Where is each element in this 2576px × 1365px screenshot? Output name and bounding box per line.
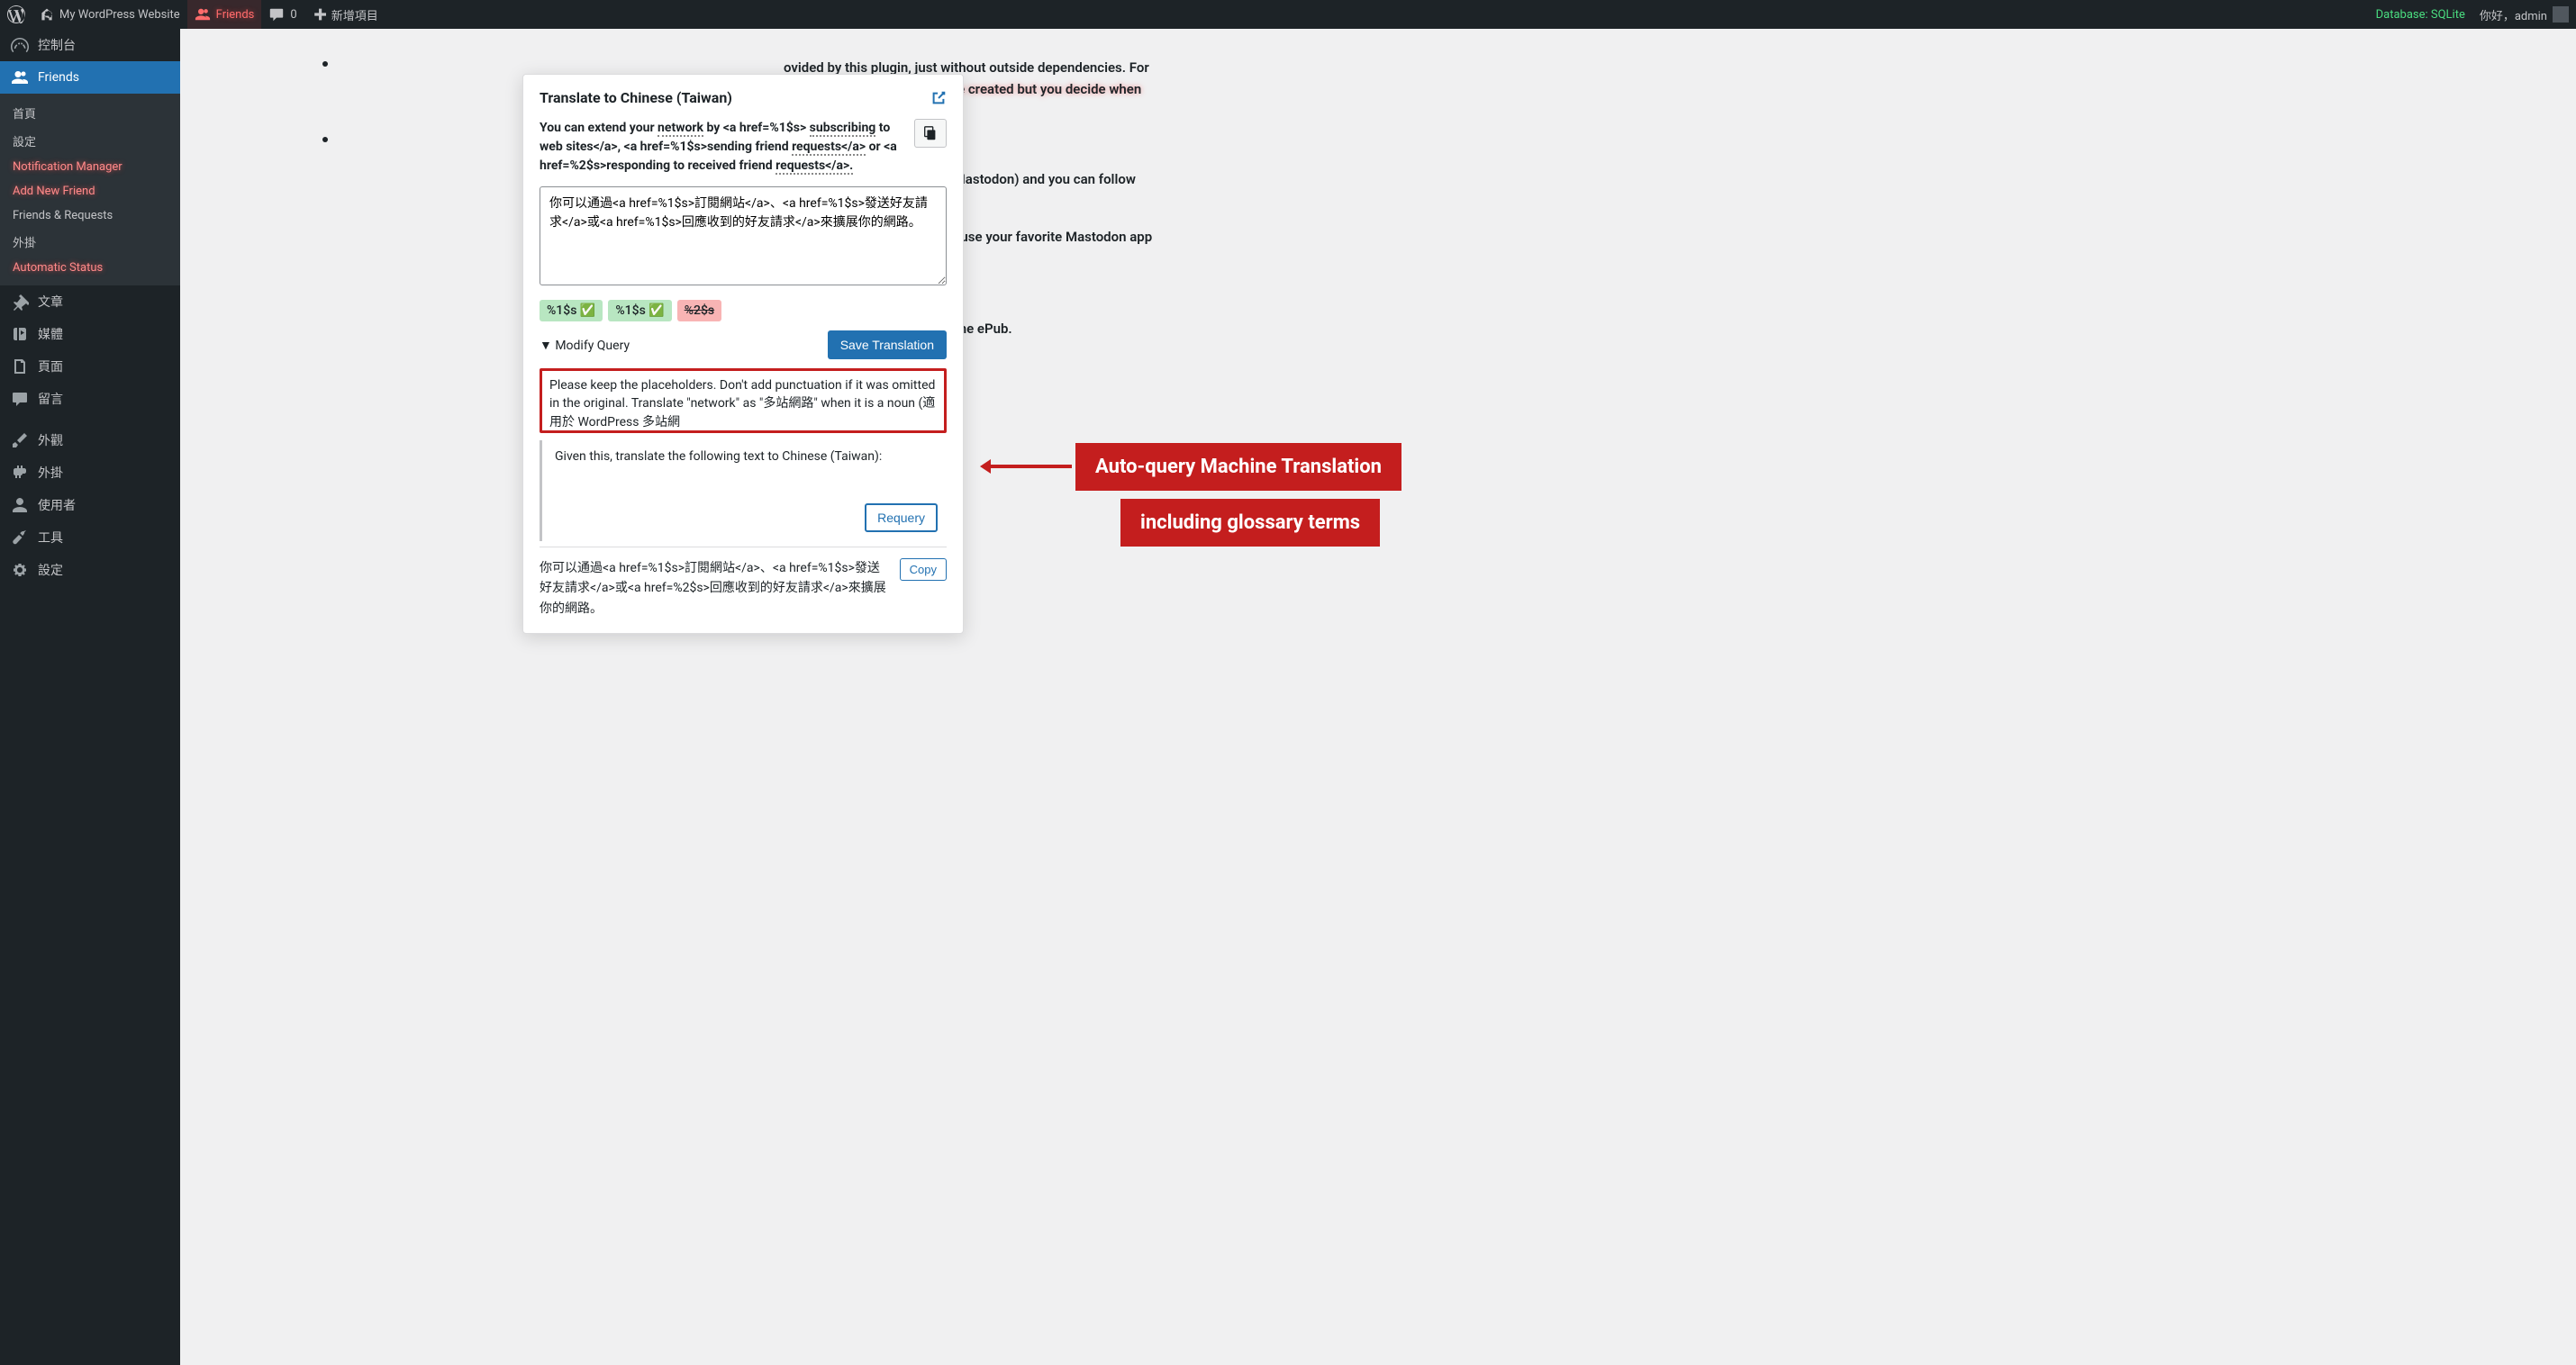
menu-plugins[interactable]: 外掛 (0, 457, 180, 489)
menu-appearance[interactable]: 外觀 (0, 424, 180, 457)
placeholder-pill-missing: %2$s (677, 300, 721, 321)
bullet-icon (322, 137, 328, 142)
query-sub-block: Given this, translate the following text… (540, 440, 947, 541)
bullet-icon (322, 61, 328, 67)
placeholder-pill-ok: %1$s ✅ (608, 300, 671, 321)
media-icon (11, 325, 29, 343)
modify-query-toggle[interactable]: ▼ Modify Query (540, 338, 630, 353)
translation-result-row: 你可以通過<a href=%1$s>訂閱網站</a>、<a href=%1$s>… (540, 547, 947, 619)
result-text: 你可以通過<a href=%1$s>訂閱網站</a>、<a href=%1$s>… (540, 558, 891, 619)
brush-icon (11, 431, 29, 449)
site-name-link[interactable]: My WordPress Website (32, 0, 187, 29)
submenu-friends-requests[interactable]: Friends & Requests (0, 203, 180, 228)
copy-result-button[interactable]: Copy (900, 558, 947, 581)
admin-bar: My WordPress Website Friends 0 新增項目 Data… (0, 0, 2576, 29)
submenu-settings[interactable]: 設定 (0, 127, 180, 155)
placeholder-pill-ok: %1$s ✅ (540, 300, 603, 321)
query-textarea[interactable]: Please keep the placeholders. Don't add … (540, 368, 947, 433)
menu-users[interactable]: 使用者 (0, 489, 180, 521)
page-icon (11, 357, 29, 375)
menu-friends[interactable]: Friends (0, 61, 180, 94)
menu-settings[interactable]: 設定 (0, 554, 180, 586)
submenu-home[interactable]: 首頁 (0, 99, 180, 127)
wrench-icon (11, 529, 29, 547)
menu-pages[interactable]: 頁面 (0, 350, 180, 383)
wp-logo[interactable] (0, 0, 32, 29)
database-indicator[interactable]: Database: SQLite (2369, 0, 2472, 29)
panel-title: Translate to Chinese (Taiwan) (540, 89, 732, 106)
submenu-plugins[interactable]: 外掛 (0, 228, 180, 256)
dashboard-icon (11, 36, 29, 54)
avatar (2553, 6, 2569, 23)
account-link[interactable]: 你好，admin (2472, 0, 2576, 29)
new-content-link[interactable]: 新增項目 (304, 0, 385, 29)
menu-tools[interactable]: 工具 (0, 521, 180, 554)
content-body: ovided by this plugin, just without outs… (180, 29, 2576, 65)
user-icon (11, 496, 29, 514)
translation-textarea[interactable] (540, 186, 947, 285)
comment-icon (11, 390, 29, 408)
plugin-icon (11, 464, 29, 482)
source-text: You can extend your network by <a href=%… (540, 119, 947, 176)
submenu-notification-manager[interactable]: Notification Manager (0, 155, 180, 179)
site-title: My WordPress Website (59, 8, 180, 22)
menu-media[interactable]: 媒體 (0, 318, 180, 350)
friends-adminbar-link[interactable]: Friends (187, 0, 262, 29)
admin-menu: 控制台 Friends 首頁 設定 Notification Manager A… (0, 29, 180, 1365)
translate-panel: Translate to Chinese (Taiwan) You can ex… (522, 74, 964, 634)
save-translation-button[interactable]: Save Translation (828, 330, 947, 359)
pin-icon (11, 293, 29, 311)
annotation-label: Auto-query Machine Translation (1075, 443, 1401, 491)
menu-comments[interactable]: 留言 (0, 383, 180, 415)
placeholder-pills: %1$s ✅ %1$s ✅ %2$s (540, 300, 947, 321)
external-link-icon[interactable] (930, 90, 947, 106)
annotation-arrow-icon (989, 465, 1072, 468)
comments-link[interactable]: 0 (261, 0, 304, 29)
copy-source-button[interactable] (914, 119, 947, 148)
gear-icon (11, 561, 29, 579)
requery-button[interactable]: Requery (865, 503, 938, 532)
comments-count: 0 (290, 8, 296, 22)
menu-dashboard[interactable]: 控制台 (0, 29, 180, 61)
friends-icon (11, 68, 29, 86)
submenu-add-new-friend[interactable]: Add New Friend (0, 179, 180, 203)
submenu-automatic-status[interactable]: Automatic Status (0, 256, 180, 280)
menu-posts[interactable]: 文章 (0, 285, 180, 318)
annotation-label: including glossary terms (1120, 499, 1380, 547)
sub-prompt-text: Given this, translate the following text… (555, 449, 938, 464)
